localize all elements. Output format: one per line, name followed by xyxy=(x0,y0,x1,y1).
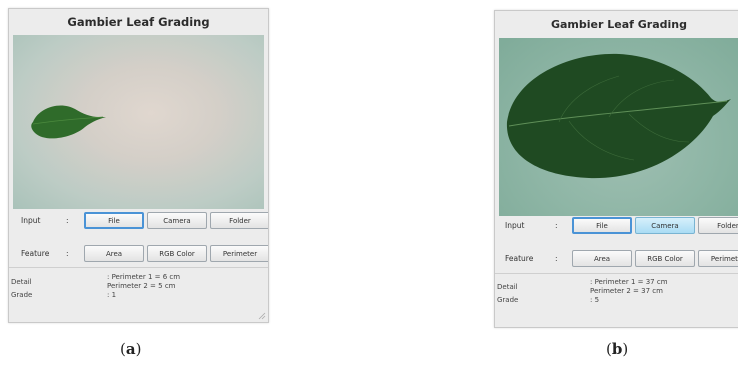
caption-b-letter: b xyxy=(611,340,623,358)
grade-value: : 1 xyxy=(107,291,117,299)
divider xyxy=(495,273,738,274)
title-bar: Gambier Leaf Grading xyxy=(9,9,268,35)
input-label: Input xyxy=(505,221,525,230)
resize-grip-icon[interactable] xyxy=(257,311,266,320)
detail-line-1: : Perimeter 1 = 6 cm xyxy=(107,273,181,281)
feature-colon: : xyxy=(66,249,69,258)
feature-row: Feature : Area RGB Color Perimeter xyxy=(9,245,268,262)
caption-a-letter: a xyxy=(125,340,136,358)
feature-label: Feature xyxy=(505,254,534,263)
result-info: Detail : Perimeter 1 = 6 cm Perimeter 2 … xyxy=(9,273,268,322)
detail-line-1: : Perimeter 1 = 37 cm xyxy=(590,278,668,286)
detail-line-2: Perimeter 2 = 37 cm xyxy=(590,287,663,295)
feature-label: Feature xyxy=(21,249,50,258)
detail-label: Detail xyxy=(497,283,518,291)
camera-button[interactable]: Camera xyxy=(147,212,207,229)
window-title: Gambier Leaf Grading xyxy=(550,17,687,31)
grade-value: : 5 xyxy=(590,296,600,304)
window-title: Gambier Leaf Grading xyxy=(67,15,210,29)
rgb-color-button[interactable]: RGB Color xyxy=(635,250,695,267)
leaf-image xyxy=(506,53,731,179)
input-row: Input : File Camera Folder xyxy=(495,217,738,234)
divider xyxy=(9,267,268,268)
rgb-color-button[interactable]: RGB Color xyxy=(147,245,207,262)
caption-a: (a) xyxy=(120,340,142,358)
input-row: Input : File Camera Folder xyxy=(9,212,268,229)
detail-line-2: Perimeter 2 = 5 cm xyxy=(107,282,176,290)
feature-row: Feature : Area RGB Color Perimeter xyxy=(495,250,738,267)
image-viewer xyxy=(13,35,264,209)
app-window-a: Gambier Leaf Grading Input : File Camera… xyxy=(8,8,269,323)
area-button[interactable]: Area xyxy=(572,250,632,267)
camera-button[interactable]: Camera xyxy=(635,217,695,234)
leaf-image xyxy=(31,105,106,139)
input-label: Input xyxy=(21,216,41,225)
area-button[interactable]: Area xyxy=(84,245,144,262)
feature-colon: : xyxy=(555,254,558,263)
grade-label: Grade xyxy=(11,291,33,299)
perimeter-button[interactable]: Perimeter xyxy=(210,245,268,262)
title-bar: Gambier Leaf Grading xyxy=(495,11,738,37)
result-info: Detail : Perimeter 1 = 37 cm Perimeter 2… xyxy=(495,278,738,327)
file-button[interactable]: File xyxy=(572,217,632,234)
detail-label: Detail xyxy=(11,278,32,286)
input-colon: : xyxy=(555,221,558,230)
app-window-b: Gambier Leaf Grading Input : File Camera… xyxy=(494,10,738,328)
folder-button[interactable]: Folder xyxy=(210,212,268,229)
perimeter-button[interactable]: Perimeter xyxy=(698,250,738,267)
file-button[interactable]: File xyxy=(84,212,144,229)
image-viewer xyxy=(499,38,738,216)
input-colon: : xyxy=(66,216,69,225)
caption-b: (b) xyxy=(606,340,629,358)
folder-button[interactable]: Folder xyxy=(698,217,738,234)
grade-label: Grade xyxy=(497,296,519,304)
